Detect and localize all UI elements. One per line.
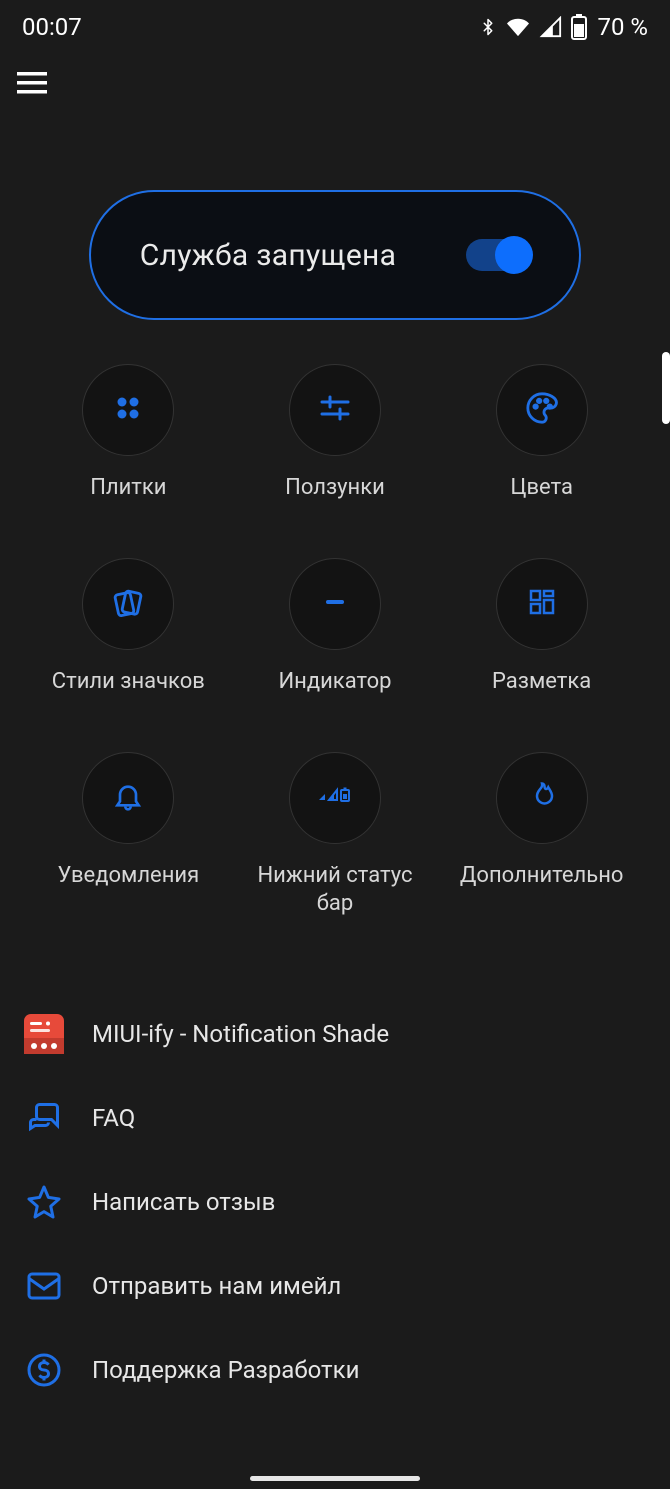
layout-icon [527, 587, 557, 621]
menu-button[interactable] [14, 67, 50, 103]
star-icon [24, 1182, 64, 1222]
action-label: FAQ [92, 1104, 135, 1132]
action-list: MIUI-ify - Notification Shade FAQ Написа… [0, 992, 670, 1412]
tile-notifications[interactable]: Уведомления [30, 752, 227, 918]
mail-icon [24, 1266, 64, 1306]
tile-circle [82, 364, 174, 456]
tile-label: Ползунки [285, 474, 385, 502]
tile-label: Стили значков [52, 668, 205, 696]
status-bar: 00:07 70 % [0, 0, 670, 50]
wifi-icon [505, 16, 531, 38]
tile-icon-styles[interactable]: Стили значков [30, 558, 227, 696]
tile-label: Уведомления [57, 862, 199, 890]
home-indicator [250, 1476, 420, 1481]
tile-circle [289, 752, 381, 844]
sliders-icon [318, 393, 352, 427]
service-toggle-label: Служба запущена [140, 238, 397, 273]
tiles-icon [113, 393, 143, 427]
action-email[interactable]: Отправить нам имейл [24, 1244, 646, 1328]
hamburger-icon [17, 72, 47, 98]
action-label: Написать отзыв [92, 1188, 275, 1216]
tile-extras[interactable]: Дополнительно [443, 752, 640, 918]
service-toggle-switch[interactable] [466, 239, 530, 271]
tile-indicator[interactable]: Индикатор [237, 558, 434, 696]
tile-label: Цвета [510, 474, 573, 502]
palette-icon [525, 391, 559, 429]
tile-label: Индикатор [278, 668, 391, 696]
tile-circle [496, 558, 588, 650]
action-support[interactable]: Поддержка Разработки [24, 1328, 646, 1412]
status-right: 70 % [479, 13, 648, 41]
bell-icon [112, 780, 144, 816]
statusbar-icon [315, 784, 355, 812]
tile-label: Нижний статус бар [245, 862, 425, 918]
tile-circle [289, 364, 381, 456]
service-toggle-card[interactable]: Служба запущена [89, 190, 581, 320]
fire-icon [527, 779, 557, 817]
status-time: 00:07 [22, 13, 82, 41]
switch-knob [495, 236, 533, 274]
battery-percent: 70 % [597, 13, 648, 41]
tile-label: Разметка [492, 668, 591, 696]
dollar-icon [24, 1350, 64, 1390]
app-icon [24, 1014, 64, 1054]
app-bar [0, 50, 670, 120]
tile-bottom-statusbar[interactable]: Нижний статус бар [237, 752, 434, 918]
bluetooth-icon [479, 14, 497, 40]
tile-circle [496, 752, 588, 844]
faq-icon [24, 1098, 64, 1138]
tile-label: Плитки [90, 474, 166, 502]
icon-styles-icon [111, 585, 145, 623]
tile-colors[interactable]: Цвета [443, 364, 640, 502]
tile-sliders[interactable]: Ползунки [237, 364, 434, 502]
battery-icon [571, 14, 587, 40]
side-scroll-indicator [662, 352, 670, 424]
action-review[interactable]: Написать отзыв [24, 1160, 646, 1244]
action-miuiify[interactable]: MIUI-ify - Notification Shade [24, 992, 646, 1076]
tile-tiles[interactable]: Плитки [30, 364, 227, 502]
tile-circle [289, 558, 381, 650]
tile-circle [496, 364, 588, 456]
tile-layout[interactable]: Разметка [443, 558, 640, 696]
signal-icon [539, 16, 563, 38]
tile-circle [82, 558, 174, 650]
indicator-icon [320, 587, 350, 621]
action-label: MIUI-ify - Notification Shade [92, 1020, 389, 1048]
tile-circle [82, 752, 174, 844]
action-faq[interactable]: FAQ [24, 1076, 646, 1160]
settings-grid: Плитки Ползунки Цвета Стили значков [0, 364, 670, 918]
action-label: Поддержка Разработки [92, 1356, 359, 1384]
action-label: Отправить нам имейл [92, 1272, 341, 1300]
tile-label: Дополнительно [460, 862, 624, 890]
